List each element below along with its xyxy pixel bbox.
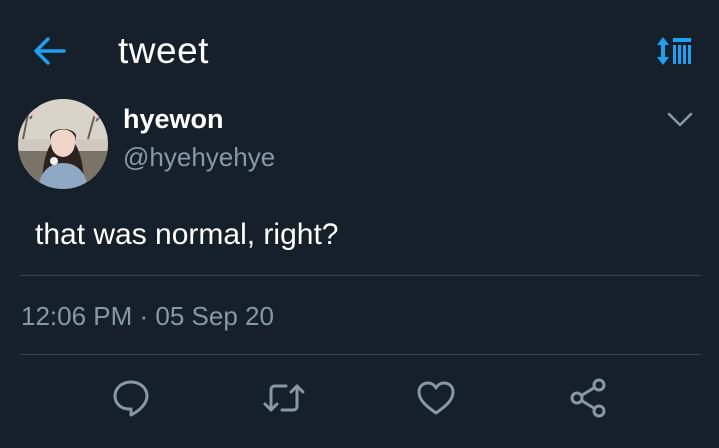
like-button[interactable] [414,376,458,420]
top-bar: tweet [0,0,719,98]
page-title: tweet [118,30,209,71]
author-handle[interactable]: @hyehyehye [123,140,275,174]
tweet-detail-screen: tweet hyewon @hyehyehye that was normal,… [0,0,719,448]
chevron-down-icon[interactable] [665,108,695,132]
share-icon [570,378,606,418]
heart-icon [417,381,455,415]
sort-list-icon[interactable] [655,36,693,66]
reply-button[interactable] [109,376,153,420]
tweet-timestamp[interactable]: 12:06 PM · 05 Sep 20 [21,299,274,333]
retweet-icon [263,384,305,412]
share-button[interactable] [567,376,611,420]
tweet-text: that was normal, right? [35,218,339,251]
divider [20,275,701,276]
retweet-button[interactable] [262,376,306,420]
avatar[interactable] [18,99,108,189]
divider [20,354,701,355]
author-name[interactable]: hyewon [123,102,224,136]
arrow-left-icon[interactable] [32,33,68,69]
reply-icon [113,380,149,417]
